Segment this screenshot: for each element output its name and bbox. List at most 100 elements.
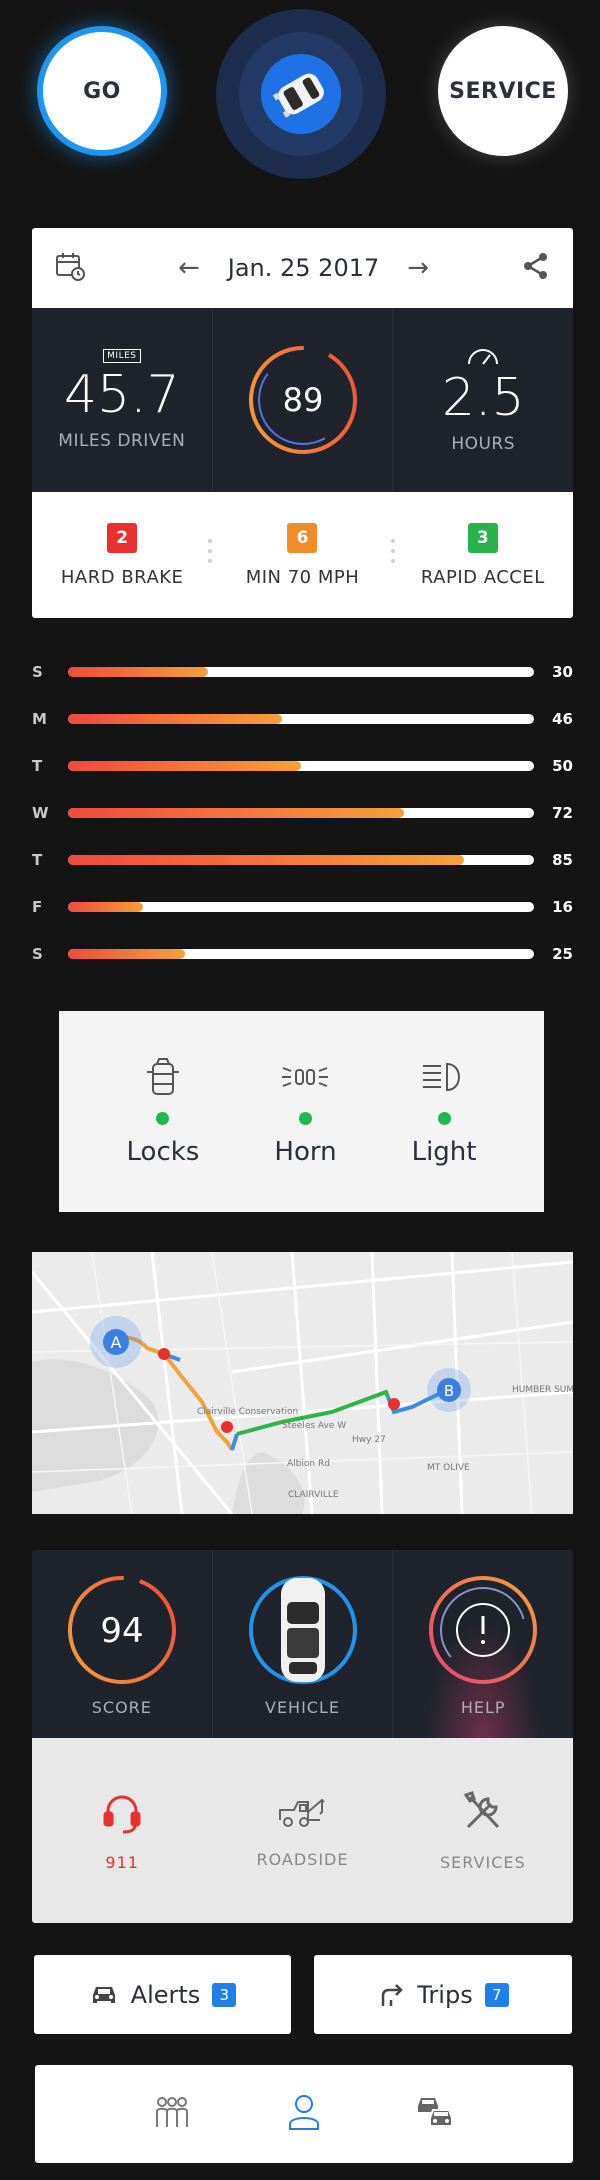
emergency-911-button[interactable]: 911 [32, 1738, 212, 1923]
event-min-70[interactable]: 6 MIN 70 MPH [208, 522, 392, 588]
service-button[interactable]: SERVICE [438, 26, 568, 156]
calendar-icon[interactable] [54, 250, 86, 286]
help-icon [429, 1575, 538, 1684]
dash-score-value: 94 [100, 1611, 143, 1651]
place-humber-summit: HUMBER SUMMIT [512, 1385, 573, 1395]
headlight-icon [423, 1062, 461, 1092]
week-value: 50 [552, 757, 573, 775]
place-clairville: CLAIRVILLE [288, 1490, 339, 1500]
score-ring: 94 [67, 1575, 176, 1684]
roadside-button[interactable]: ROADSIDE [212, 1738, 392, 1923]
trips-count-badge: 7 [484, 1982, 509, 2007]
week-bar-fill [68, 902, 143, 912]
roadside-label: ROADSIDE [256, 1850, 349, 1869]
week-bar-track [68, 808, 534, 818]
trip-route-map[interactable]: A B Clairville Conservation CLAIRVILLE H… [32, 1252, 573, 1514]
week-day-label: T [32, 757, 43, 775]
horn-control[interactable]: Horn [274, 1056, 337, 1167]
score-label: SCORE [91, 1697, 152, 1717]
event-hard-brake[interactable]: 2 HARD BRAKE [32, 522, 212, 588]
week-bar-fill [68, 714, 283, 724]
tow-truck-icon [279, 1798, 326, 1827]
week-bar-track [68, 761, 534, 771]
car-top-icon [261, 54, 341, 134]
hours-value: 2.5 [441, 368, 525, 428]
light-control[interactable]: Light [411, 1056, 477, 1167]
rapid-accel-label: RAPID ACCEL [420, 566, 545, 588]
tools-icon [463, 1791, 499, 1829]
place-mt-olive: MT OLIVE [427, 1463, 470, 1473]
locks-status-dot [156, 1112, 170, 1125]
vehicle-top-icon [248, 1575, 357, 1684]
place-albion-rd: Albion Rd [287, 1459, 330, 1469]
marker-b-label: B [444, 1382, 454, 1400]
place-steeles-ave: Steeles Ave W [282, 1421, 346, 1431]
week-row[interactable]: S 30 [32, 660, 573, 684]
locks-control[interactable]: Locks [127, 1056, 199, 1167]
trip-stats: MILES 45.7 MILES DRIVEN 89 2.5 HOURS [32, 308, 573, 492]
week-bar-fill [68, 949, 185, 959]
week-row[interactable]: F 16 [32, 895, 573, 919]
score-gauge: 89 [248, 346, 357, 454]
help-label: HELP [460, 1697, 506, 1717]
week-day-label: F [32, 898, 43, 916]
tab-family[interactable] [152, 2095, 192, 2133]
trips-label: Trips [417, 1980, 473, 2009]
alerts-button[interactable]: Alerts 3 [34, 1955, 291, 2034]
score-stat[interactable]: 89 [213, 308, 394, 492]
cars-icon [417, 2098, 453, 2127]
hard-brake-label: HARD BRAKE [60, 566, 184, 588]
week-day-label: M [32, 710, 47, 728]
week-value: 25 [552, 945, 573, 963]
miles-stat: MILES 45.7 MILES DRIVEN [32, 308, 213, 492]
share-icon[interactable] [521, 251, 551, 285]
next-day-arrow-icon[interactable]: → [407, 253, 429, 283]
week-bar-track [68, 949, 534, 959]
week-bar-fill [68, 761, 301, 771]
miles-label: MILES DRIVEN [58, 431, 186, 451]
week-row[interactable]: S 25 [32, 942, 573, 966]
week-bar-track [68, 667, 534, 677]
week-value: 72 [552, 804, 573, 822]
horn-label: Horn [274, 1137, 337, 1167]
car-status-button[interactable] [216, 9, 386, 179]
prev-day-arrow-icon[interactable]: ← [178, 253, 200, 283]
week-value: 85 [552, 851, 573, 869]
marker-a-label: A [111, 1333, 122, 1352]
week-row[interactable]: T 85 [32, 848, 573, 872]
trip-summary-card: ← Jan. 25 2017 → MILES 45.7 MILES DRIVEN [32, 228, 573, 618]
week-day-label: S [32, 663, 43, 681]
go-button[interactable]: GO [37, 26, 167, 156]
week-row[interactable]: W 72 [32, 801, 573, 825]
event-rapid-accel[interactable]: 3 RAPID ACCEL [390, 522, 573, 588]
services-button[interactable]: SERVICES [393, 1738, 573, 1923]
turn-route-icon [382, 1983, 404, 2006]
week-day-label: T [32, 851, 43, 869]
place-hwy-27: Hwy 27 [352, 1435, 386, 1445]
light-status-dot [437, 1112, 451, 1125]
vehicle-label: VEHICLE [265, 1697, 340, 1717]
vehicle-tile[interactable]: VEHICLE [213, 1550, 394, 1738]
week-day-label: S [32, 945, 43, 963]
remote-controls-card: Locks Horn Light [59, 1011, 544, 1212]
speedometer-icon [468, 349, 499, 365]
hours-label: HOURS [451, 434, 516, 454]
week-row[interactable]: T 50 [32, 754, 573, 778]
week-bar-track [68, 902, 534, 912]
miles-value: 45.7 [63, 365, 180, 425]
help-tile[interactable]: HELP [393, 1550, 573, 1738]
trips-button[interactable]: Trips 7 [314, 1955, 572, 2034]
service-label: SERVICE [449, 78, 557, 104]
horn-icon [282, 1067, 329, 1087]
week-bar-fill [68, 667, 208, 677]
emergency-label: 911 [105, 1853, 139, 1872]
week-row[interactable]: M 46 [32, 707, 573, 731]
score-tile[interactable]: 94 SCORE [32, 1550, 213, 1738]
light-label: Light [411, 1137, 477, 1167]
week-value: 30 [552, 663, 573, 681]
tab-vehicles[interactable] [416, 2094, 456, 2134]
divider-dots [208, 538, 213, 563]
tab-profile[interactable] [287, 2094, 321, 2134]
group-icon [156, 2097, 189, 2127]
week-day-label: W [32, 804, 49, 822]
